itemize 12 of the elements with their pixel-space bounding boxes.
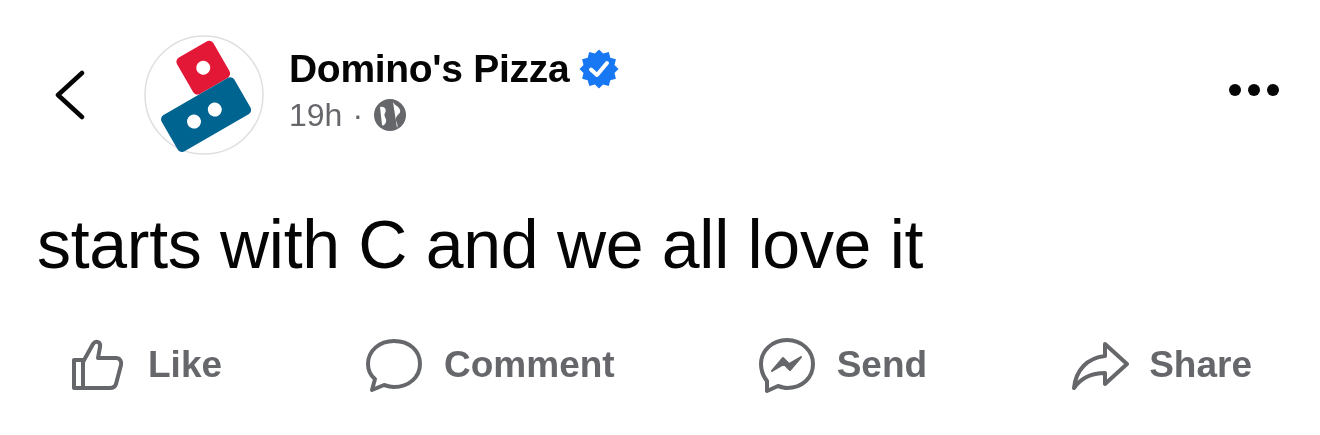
logo-icon[interactable] (144, 35, 264, 155)
separator-dot: · (352, 96, 364, 134)
speech-bubble-icon (364, 336, 425, 394)
share-button[interactable]: Share (1069, 336, 1252, 394)
comment-button[interactable]: Comment (364, 336, 615, 394)
messenger-icon (756, 336, 817, 394)
send-button[interactable]: Send (756, 336, 928, 394)
page-name[interactable]: Domino's Pizza (289, 46, 570, 91)
post-text: starts with C and we all love it (37, 205, 925, 283)
like-button[interactable]: Like (68, 336, 223, 394)
more-icon[interactable] (1228, 83, 1280, 97)
post-time[interactable]: 19h (289, 96, 343, 134)
